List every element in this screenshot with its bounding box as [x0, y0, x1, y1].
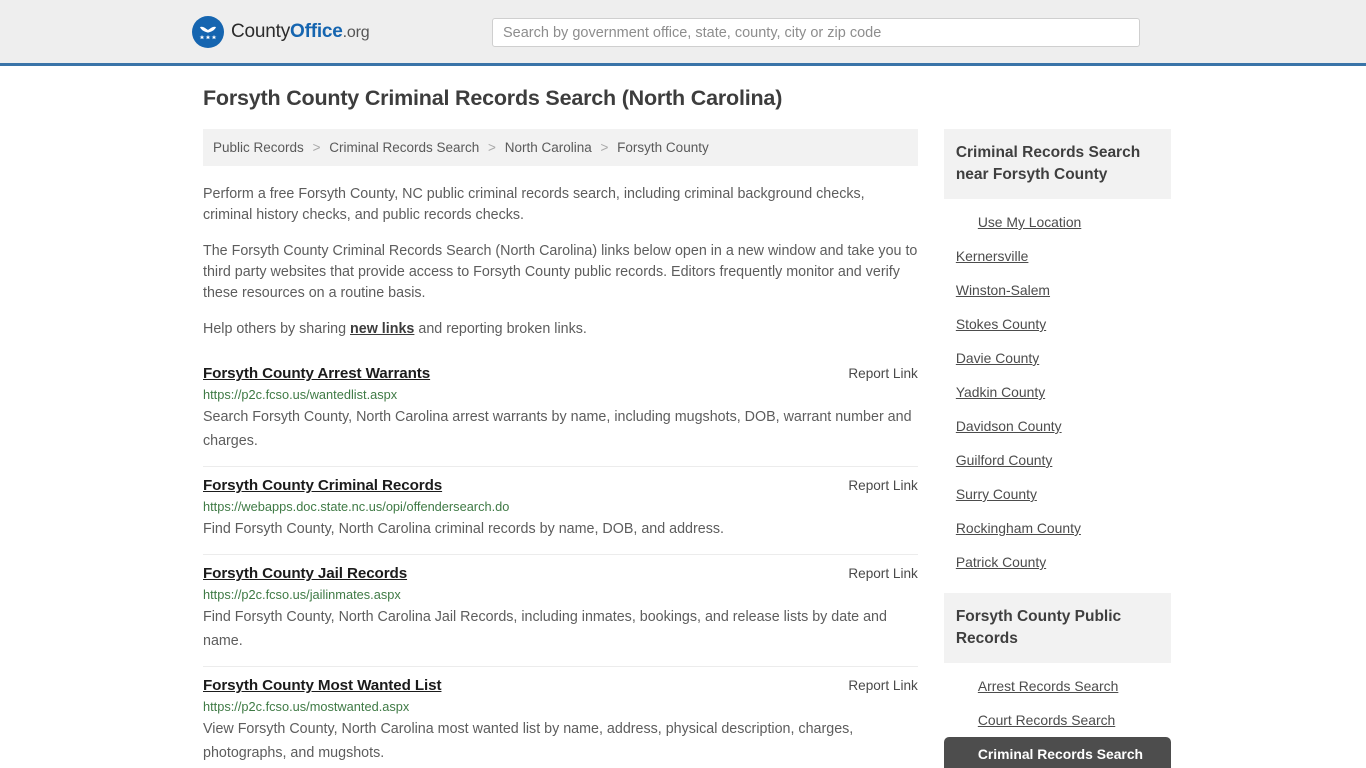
link-entry: Forsyth County Most Wanted List Report L… — [203, 667, 918, 768]
report-link-button[interactable]: Report Link — [828, 678, 918, 693]
sidebar-item-criminal-records-search[interactable]: Criminal Records Search — [943, 737, 1171, 768]
list-item: Yadkin County — [944, 375, 1171, 409]
sidebar-item-patrick-county[interactable]: Patrick County — [944, 545, 1171, 579]
breadcrumb-separator: > — [488, 140, 496, 155]
link-entry-description: Find Forsyth County, North Carolina Jail… — [203, 609, 887, 649]
link-entry-header: Forsyth County Most Wanted List Report L… — [203, 677, 918, 694]
list-item: Davidson County — [944, 409, 1171, 443]
breadcrumb-separator: > — [600, 140, 609, 155]
sidebar-item-winston-salem[interactable]: Winston-Salem — [944, 273, 1171, 307]
link-entry-header: Forsyth County Jail Records Report Link — [203, 565, 918, 582]
new-links-link[interactable]: new links — [350, 321, 414, 337]
link-entry-url[interactable]: https://p2c.fcso.us/jailinmates.aspx — [203, 587, 918, 602]
public-records-list: Arrest Records Search Court Records Sear… — [943, 663, 1171, 768]
list-item: Arrest Records Search — [944, 669, 1171, 703]
page-title: Forsyth County Criminal Records Search (… — [203, 86, 783, 110]
breadcrumb: Public Records > Criminal Records Search… — [203, 129, 918, 166]
intro-paragraph-3: Help others by sharing new links and rep… — [203, 319, 918, 340]
sidebar-item-yadkin-county[interactable]: Yadkin County — [944, 375, 1171, 409]
link-entry: Forsyth County Criminal Records Report L… — [203, 467, 918, 555]
link-entry: Forsyth County Jail Records Report Link … — [203, 555, 918, 667]
public-records-panel: Forsyth County Public Records Arrest Rec… — [943, 593, 1171, 768]
sidebar-item-surry-county[interactable]: Surry County — [944, 477, 1171, 511]
public-records-heading: Forsyth County Public Records — [943, 593, 1171, 663]
sidebar-item-arrest-records-search[interactable]: Arrest Records Search — [944, 669, 1171, 703]
two-column-layout: Public Records > Criminal Records Search… — [195, 129, 1171, 768]
page-body: Forsyth County Criminal Records Search (… — [0, 66, 1366, 768]
intro-p3-after: and reporting broken links. — [414, 321, 587, 337]
link-entry-url[interactable]: https://p2c.fcso.us/wantedlist.aspx — [203, 387, 918, 402]
sidebar: Criminal Records Search near Forsyth Cou… — [943, 129, 1171, 768]
nearby-searches-panel: Criminal Records Search near Forsyth Cou… — [943, 129, 1171, 579]
intro-text: Perform a free Forsyth County, NC public… — [203, 184, 918, 340]
eagle-shield-icon — [192, 15, 224, 48]
main-column: Public Records > Criminal Records Search… — [195, 129, 918, 768]
link-entry-header: Forsyth County Arrest Warrants Report Li… — [203, 365, 918, 382]
list-item: Surry County — [944, 477, 1171, 511]
breadcrumb-separator: > — [312, 140, 321, 155]
link-entry-description: Find Forsyth County, North Carolina crim… — [203, 521, 724, 537]
intro-paragraph-2: The Forsyth County Criminal Records Sear… — [203, 243, 918, 301]
link-entry-description: View Forsyth County, North Carolina most… — [203, 721, 854, 761]
list-item: Court Records Search — [944, 703, 1171, 737]
report-link-button[interactable]: Report Link — [828, 478, 918, 493]
link-entry-url[interactable]: https://p2c.fcso.us/mostwanted.aspx — [203, 699, 918, 714]
site-header: CountyOffice.org — [0, 0, 1366, 66]
breadcrumb-item-public-records[interactable]: Public Records — [213, 140, 304, 155]
list-item: Winston-Salem — [944, 273, 1171, 307]
link-entry-url[interactable]: https://webapps.doc.state.nc.us/opi/offe… — [203, 499, 918, 514]
list-item: Davie County — [944, 341, 1171, 375]
sidebar-item-stokes-county[interactable]: Stokes County — [944, 307, 1171, 341]
sidebar-item-davidson-county[interactable]: Davidson County — [944, 409, 1171, 443]
brand-text-tld: .org — [342, 23, 370, 41]
breadcrumb-item-criminal-records-search[interactable]: Criminal Records Search — [329, 140, 479, 155]
link-entry-title[interactable]: Forsyth County Arrest Warrants — [203, 365, 430, 382]
breadcrumb-item-forsyth-county[interactable]: Forsyth County — [617, 140, 709, 155]
link-entry-description: Search Forsyth County, North Carolina ar… — [203, 409, 912, 449]
intro-p3-before: Help others by sharing — [203, 321, 351, 337]
sidebar-item-kernersville[interactable]: Kernersville — [944, 239, 1171, 273]
sidebar-item-court-records-search[interactable]: Court Records Search — [944, 703, 1171, 737]
list-item: Kernersville — [944, 239, 1171, 273]
sidebar-item-davie-county[interactable]: Davie County — [944, 341, 1171, 375]
link-entry-title[interactable]: Forsyth County Most Wanted List — [203, 677, 442, 694]
list-item: Criminal Records Search — [943, 737, 1171, 768]
breadcrumb-item-north-carolina[interactable]: North Carolina — [505, 140, 592, 155]
content-container: Forsyth County Criminal Records Search (… — [195, 86, 1171, 768]
report-link-button[interactable]: Report Link — [828, 566, 918, 581]
link-entry-header: Forsyth County Criminal Records Report L… — [203, 477, 918, 494]
list-item: Guilford County — [944, 443, 1171, 477]
brand-text-office: Office — [290, 20, 343, 42]
list-item: Use My Location — [944, 205, 1171, 239]
link-entry-title[interactable]: Forsyth County Jail Records — [203, 565, 407, 582]
sidebar-item-use-my-location[interactable]: Use My Location — [944, 205, 1171, 239]
link-entry-title[interactable]: Forsyth County Criminal Records — [203, 477, 442, 494]
link-entry: Forsyth County Arrest Warrants Report Li… — [203, 355, 918, 467]
nearby-searches-list: Use My Location Kernersville Winston-Sal… — [944, 199, 1171, 579]
search-input[interactable] — [492, 18, 1140, 47]
sidebar-item-rockingham-county[interactable]: Rockingham County — [944, 511, 1171, 545]
nearby-searches-heading: Criminal Records Search near Forsyth Cou… — [943, 129, 1171, 199]
list-item: Stokes County — [944, 307, 1171, 341]
intro-paragraph-1: Perform a free Forsyth County, NC public… — [203, 186, 865, 223]
report-link-button[interactable]: Report Link — [828, 366, 918, 381]
brand-text-county: County — [231, 20, 291, 42]
site-logo[interactable]: CountyOffice.org — [192, 15, 370, 48]
sidebar-item-guilford-county[interactable]: Guilford County — [944, 443, 1171, 477]
brand-wordmark: CountyOffice.org — [231, 20, 370, 43]
list-item: Patrick County — [944, 545, 1171, 579]
search-bar — [492, 18, 1140, 47]
list-item: Rockingham County — [944, 511, 1171, 545]
